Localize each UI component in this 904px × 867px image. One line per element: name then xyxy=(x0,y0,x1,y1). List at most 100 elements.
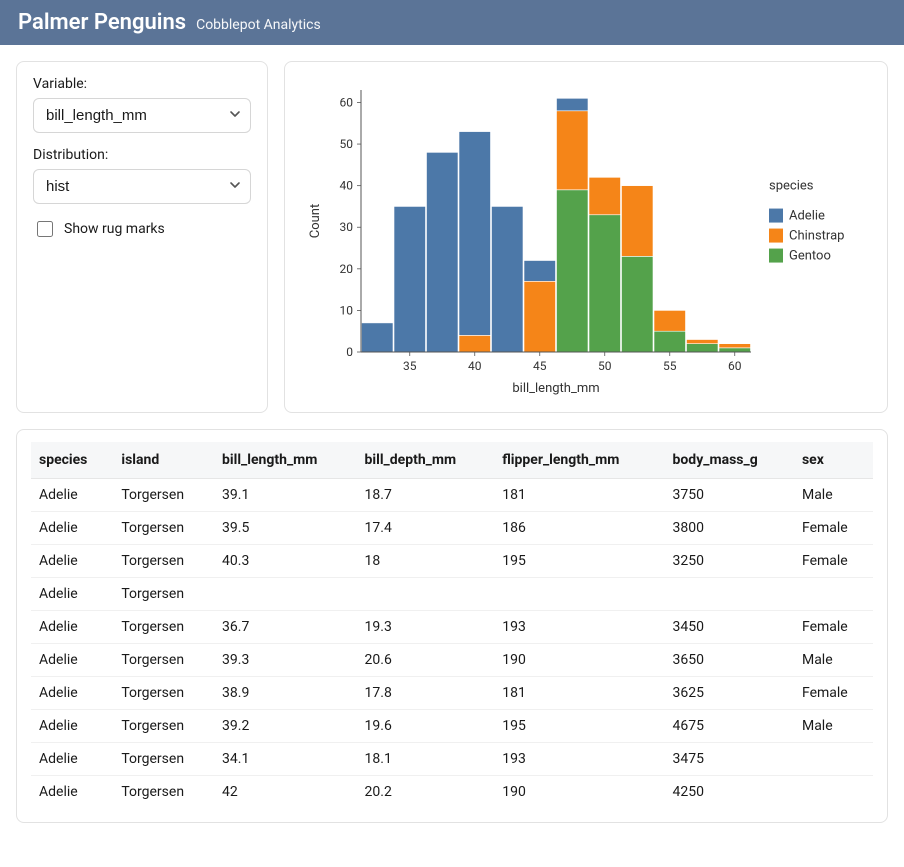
distribution-select[interactable]: hist xyxy=(33,169,251,204)
table-cell: Adelie xyxy=(31,479,113,512)
table-cell: 19.6 xyxy=(357,710,495,743)
table-cell: 193 xyxy=(494,611,664,644)
table-cell: 39.1 xyxy=(214,479,357,512)
app-header: Palmer Penguins Cobblepot Analytics xyxy=(0,0,904,45)
bar xyxy=(459,132,491,336)
legend-label: Adelie xyxy=(789,209,825,224)
svg-text:0: 0 xyxy=(346,345,353,359)
bar xyxy=(589,215,621,352)
controls-panel: Variable: bill_length_mm Distribution: h… xyxy=(16,61,268,413)
bar xyxy=(557,190,589,352)
variable-select[interactable]: bill_length_mm xyxy=(33,98,251,133)
distribution-label: Distribution: xyxy=(33,147,251,163)
svg-text:60: 60 xyxy=(728,359,742,373)
table-cell: 36.7 xyxy=(214,611,357,644)
table-row: AdelieTorgersen40.3181953250Female xyxy=(31,545,873,578)
table-cell: 39.3 xyxy=(214,644,357,677)
table-cell: 39.2 xyxy=(214,710,357,743)
table-cell: 38.9 xyxy=(214,677,357,710)
table-cell: Torgersen xyxy=(113,743,214,776)
table-cell: Adelie xyxy=(31,578,113,611)
table-row: AdelieTorgersen38.917.81813625Female xyxy=(31,677,873,710)
column-header: sex xyxy=(794,442,873,479)
table-cell: Adelie xyxy=(31,611,113,644)
table-cell: 3625 xyxy=(665,677,794,710)
table-cell: Torgersen xyxy=(113,776,214,809)
table-cell: 17.4 xyxy=(357,512,495,545)
data-table: speciesislandbill_length_mmbill_depth_mm… xyxy=(31,442,873,808)
table-cell: Adelie xyxy=(31,776,113,809)
bar xyxy=(459,335,491,352)
legend-title: species xyxy=(769,179,814,194)
table-cell: Male xyxy=(794,644,873,677)
chart-panel: 0102030405060354045505560bill_length_mmC… xyxy=(284,61,888,413)
table-cell: 3475 xyxy=(665,743,794,776)
table-cell: 4250 xyxy=(665,776,794,809)
histogram-chart: 0102030405060354045505560bill_length_mmC… xyxy=(301,72,871,402)
bar xyxy=(654,310,686,331)
table-cell: 18.7 xyxy=(357,479,495,512)
y-axis-label: Count xyxy=(308,204,323,238)
svg-text:20: 20 xyxy=(340,262,354,276)
table-cell: 3250 xyxy=(665,545,794,578)
table-cell: 193 xyxy=(494,743,664,776)
bar xyxy=(524,281,556,352)
bar xyxy=(719,348,751,352)
bar xyxy=(589,177,621,214)
table-cell: Adelie xyxy=(31,545,113,578)
table-cell: Torgersen xyxy=(113,710,214,743)
table-cell: 34.1 xyxy=(214,743,357,776)
table-cell: 3650 xyxy=(665,644,794,677)
svg-text:40: 40 xyxy=(340,179,354,193)
svg-text:40: 40 xyxy=(468,359,482,373)
table-cell: Adelie xyxy=(31,710,113,743)
bar xyxy=(524,261,556,282)
table-cell: 186 xyxy=(494,512,664,545)
column-header: flipper_length_mm xyxy=(494,442,664,479)
table-cell: 190 xyxy=(494,644,664,677)
bar xyxy=(687,340,719,344)
table-cell: 18 xyxy=(357,545,495,578)
table-cell: Adelie xyxy=(31,644,113,677)
table-cell: Torgersen xyxy=(113,677,214,710)
table-cell xyxy=(794,578,873,611)
table-row: AdelieTorgersen34.118.11933475 xyxy=(31,743,873,776)
bar xyxy=(427,152,459,352)
table-cell: 17.8 xyxy=(357,677,495,710)
table-cell xyxy=(794,776,873,809)
svg-text:50: 50 xyxy=(340,137,354,151)
table-row: AdelieTorgersen39.219.61954675Male xyxy=(31,710,873,743)
svg-text:35: 35 xyxy=(403,359,417,373)
table-cell: Adelie xyxy=(31,512,113,545)
legend-swatch xyxy=(769,209,783,223)
data-table-panel: speciesislandbill_length_mmbill_depth_mm… xyxy=(16,429,888,823)
table-cell: Torgersen xyxy=(113,578,214,611)
rug-label: Show rug marks xyxy=(64,221,165,237)
svg-text:45: 45 xyxy=(533,359,547,373)
table-cell: Torgersen xyxy=(113,545,214,578)
legend-swatch xyxy=(769,249,783,263)
column-header: bill_length_mm xyxy=(214,442,357,479)
table-cell: Torgersen xyxy=(113,479,214,512)
table-cell: Adelie xyxy=(31,743,113,776)
svg-text:60: 60 xyxy=(340,95,354,109)
column-header: bill_depth_mm xyxy=(357,442,495,479)
table-cell: Male xyxy=(794,710,873,743)
table-cell: 181 xyxy=(494,677,664,710)
table-cell: 40.3 xyxy=(214,545,357,578)
table-cell: Torgersen xyxy=(113,644,214,677)
app-title: Palmer Penguins xyxy=(18,10,186,35)
bar xyxy=(719,344,751,348)
table-cell: 190 xyxy=(494,776,664,809)
table-cell xyxy=(794,743,873,776)
table-cell: Torgersen xyxy=(113,512,214,545)
bar xyxy=(394,206,426,352)
app-subtitle: Cobblepot Analytics xyxy=(196,17,321,33)
table-cell: 39.5 xyxy=(214,512,357,545)
table-cell: 195 xyxy=(494,545,664,578)
svg-text:55: 55 xyxy=(663,359,677,373)
x-axis-label: bill_length_mm xyxy=(512,381,599,396)
table-cell: Female xyxy=(794,677,873,710)
rug-checkbox[interactable] xyxy=(37,221,53,237)
column-header: species xyxy=(31,442,113,479)
